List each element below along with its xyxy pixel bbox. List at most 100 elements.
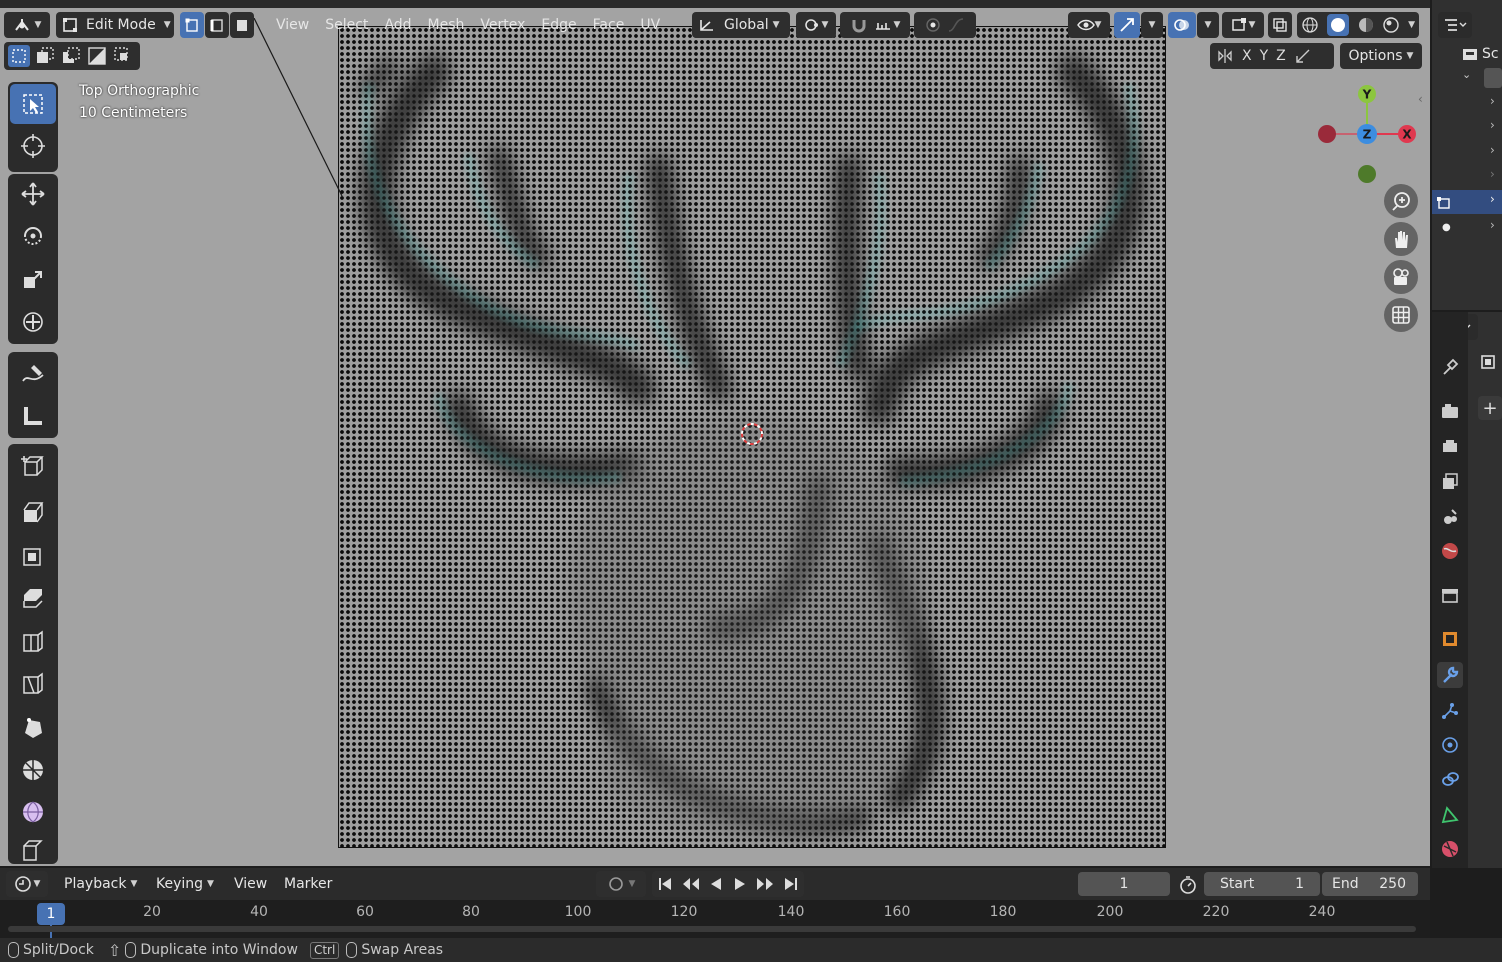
chevron-right-icon[interactable]: ›	[1490, 118, 1495, 132]
timeline-editor-type-button[interactable]: ▼	[6, 871, 48, 897]
maximize-icon[interactable]	[1478, 352, 1502, 376]
overlays-dropdown[interactable]: ▼	[1197, 12, 1219, 38]
timeline-view-menu[interactable]: View	[226, 871, 275, 897]
output-tab[interactable]	[1437, 434, 1463, 460]
measure-tool[interactable]	[10, 396, 56, 436]
stopwatch-icon[interactable]	[1178, 875, 1198, 899]
auto-keying-group[interactable]: ▼	[596, 871, 646, 897]
shear-tool[interactable]	[10, 834, 56, 864]
jump-to-end-icon[interactable]	[783, 876, 799, 892]
add-cube-tool[interactable]	[10, 446, 56, 486]
jump-to-start-icon[interactable]	[657, 876, 673, 892]
scene-collection-row[interactable]: Sc	[1462, 44, 1502, 64]
face-select-mode-button[interactable]	[230, 12, 254, 38]
chevron-right-icon[interactable]: ›	[1490, 218, 1495, 232]
menu-add[interactable]: Add	[376, 12, 419, 38]
gizmos-toggle[interactable]	[1114, 12, 1140, 38]
xray-toggle[interactable]	[1268, 12, 1292, 38]
menu-view[interactable]: View	[268, 12, 317, 38]
timeline-area[interactable]: 1 20 40 60 80 100 120 140 160 180 200 22…	[0, 900, 1430, 938]
neg-y-axis-icon[interactable]	[1358, 165, 1376, 183]
chevron-right-icon[interactable]: ›	[1490, 167, 1495, 181]
select-subtract-icon[interactable]	[60, 45, 82, 67]
marker-menu[interactable]: Marker	[276, 871, 340, 897]
select-extend-icon[interactable]	[34, 45, 56, 67]
editor-type-button[interactable]: ▼	[4, 12, 50, 38]
constraints-tab[interactable]	[1437, 766, 1463, 792]
playhead-frame-indicator[interactable]: 1	[37, 903, 65, 925]
options-dropdown[interactable]: Options ▼	[1340, 43, 1422, 69]
mesh-edit-overlays-dropdown[interactable]: ▼	[1222, 12, 1264, 38]
annotate-tool[interactable]	[10, 354, 56, 394]
world-tab[interactable]	[1437, 538, 1463, 564]
proportional-editing-group[interactable]	[914, 12, 976, 38]
navigation-gizmo[interactable]: Y Z X	[1312, 82, 1422, 186]
move-tool[interactable]	[10, 174, 56, 214]
outliner-editor-type-button[interactable]	[1438, 12, 1472, 38]
timeline-scrollbar[interactable]	[8, 926, 1416, 932]
3d-viewport[interactable]: ▼ Edit Mode ▼ View Select Add Mesh Verte…	[0, 0, 1430, 866]
chevron-right-icon[interactable]: ›	[1490, 94, 1495, 108]
end-frame-field[interactable]: End 250	[1322, 872, 1418, 896]
sidebar-toggle-arrow-icon[interactable]: ‹	[1418, 92, 1430, 106]
render-tab[interactable]	[1437, 398, 1463, 424]
pan-button[interactable]	[1384, 222, 1418, 256]
next-keyframe-icon[interactable]	[756, 876, 774, 892]
select-invert-icon[interactable]	[86, 45, 108, 67]
object-tab[interactable]	[1437, 626, 1463, 652]
menu-mesh[interactable]: Mesh	[420, 12, 473, 38]
scene-tab[interactable]	[1437, 504, 1463, 530]
loop-cut-tool[interactable]	[10, 622, 56, 662]
smooth-tool[interactable]	[10, 792, 56, 832]
inset-tool[interactable]	[10, 536, 56, 576]
material-tab[interactable]	[1437, 836, 1463, 862]
axis-z-toggle[interactable]: Z	[1276, 48, 1286, 64]
pivot-point-dropdown[interactable]: ▼	[796, 12, 836, 38]
menu-vertex[interactable]: Vertex	[472, 12, 533, 38]
vertex-select-mode-button[interactable]	[180, 12, 204, 38]
visibility-dropdown[interactable]: ▼	[1068, 12, 1110, 38]
bevel-tool[interactable]	[10, 578, 56, 618]
play-icon[interactable]	[733, 876, 747, 892]
current-frame-field[interactable]: 1	[1078, 872, 1170, 896]
select-intersect-icon[interactable]	[112, 45, 134, 67]
perspective-toggle-button[interactable]	[1384, 298, 1418, 332]
poly-build-tool[interactable]	[10, 708, 56, 748]
scale-tool[interactable]	[10, 260, 56, 300]
axis-y-toggle[interactable]: Y	[1260, 48, 1269, 64]
topology-mirror-icon[interactable]	[1294, 47, 1312, 65]
play-reverse-icon[interactable]	[709, 876, 723, 892]
extrude-tool[interactable]	[10, 492, 56, 532]
edge-select-mode-button[interactable]	[205, 12, 229, 38]
previous-keyframe-icon[interactable]	[682, 876, 700, 892]
cursor-tool[interactable]	[10, 126, 56, 166]
select-new-button[interactable]	[8, 45, 30, 67]
chevron-down-icon[interactable]: ⌄	[1462, 68, 1471, 81]
zoom-button[interactable]	[1384, 184, 1418, 218]
transform-orientation-dropdown[interactable]: Global ▼	[692, 12, 790, 38]
playback-menu[interactable]: Playback ▼	[56, 871, 145, 897]
chevron-right-icon[interactable]: ›	[1490, 143, 1495, 157]
overlays-toggle[interactable]	[1168, 12, 1196, 38]
start-frame-field[interactable]: Start 1	[1204, 872, 1320, 896]
select-box-tool[interactable]	[10, 84, 56, 124]
gizmos-dropdown[interactable]: ▼	[1141, 12, 1163, 38]
collection-tab[interactable]	[1437, 582, 1463, 608]
add-tab-button[interactable]: +	[1478, 396, 1502, 420]
neg-x-axis-icon[interactable]	[1318, 125, 1336, 143]
tool-tab[interactable]	[1437, 354, 1463, 380]
menu-uv[interactable]: UV	[632, 12, 668, 38]
physics-tab[interactable]	[1437, 732, 1463, 758]
view-layer-tab[interactable]	[1437, 468, 1463, 494]
keying-menu[interactable]: Keying ▼	[148, 871, 222, 897]
particles-tab[interactable]	[1437, 698, 1463, 724]
transform-tool[interactable]	[10, 302, 56, 342]
rotate-tool[interactable]	[10, 216, 56, 256]
solid-shading-button[interactable]	[1326, 14, 1349, 36]
data-tab[interactable]	[1437, 802, 1463, 828]
mirror-icon[interactable]	[1216, 47, 1234, 65]
menu-edge[interactable]: Edge	[533, 12, 584, 38]
snapping-group[interactable]: ▼	[840, 12, 910, 38]
camera-view-button[interactable]	[1384, 260, 1418, 294]
spin-tool[interactable]	[10, 750, 56, 790]
